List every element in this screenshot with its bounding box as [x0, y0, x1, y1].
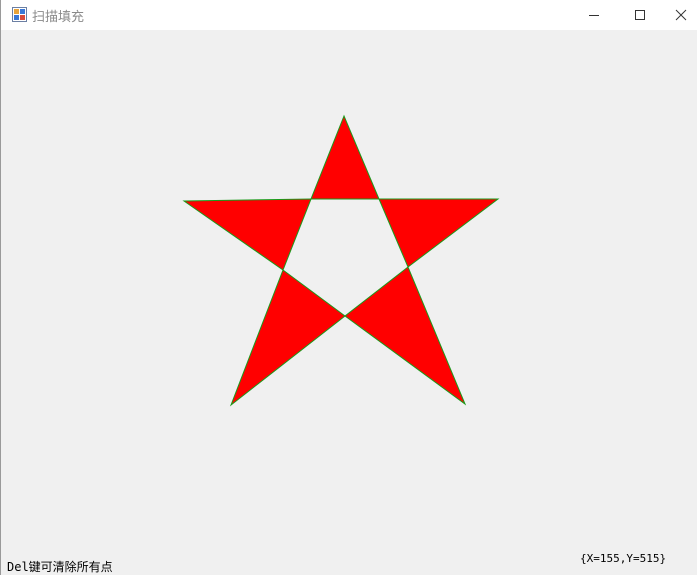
star-tip-left [182, 198, 312, 271]
minimize-button[interactable] [571, 0, 617, 30]
window-title: 扫描填充 [32, 10, 85, 25]
title-bar[interactable]: 扫描填充 [1, 0, 697, 30]
star-tip-top [310, 114, 380, 200]
cursor-position-label: {X=155,Y=515} [580, 552, 667, 565]
close-icon [675, 9, 686, 21]
star-tip-bottom-left [229, 269, 346, 407]
minimize-icon [589, 15, 599, 16]
star-tip-right [378, 198, 500, 268]
hint-label: Del键可清除所有点 [7, 560, 113, 574]
maximize-icon [635, 10, 645, 20]
maximize-button[interactable] [617, 0, 663, 30]
scanfill-star [182, 114, 500, 407]
star-tip-bottom-right [344, 266, 467, 406]
close-button[interactable] [663, 0, 697, 30]
app-form-icon [12, 7, 27, 22]
drawing-canvas[interactable] [1, 30, 697, 575]
app-window: 扫描填充 Del键可清除所有点 {X=155,Y=515} [0, 0, 697, 575]
